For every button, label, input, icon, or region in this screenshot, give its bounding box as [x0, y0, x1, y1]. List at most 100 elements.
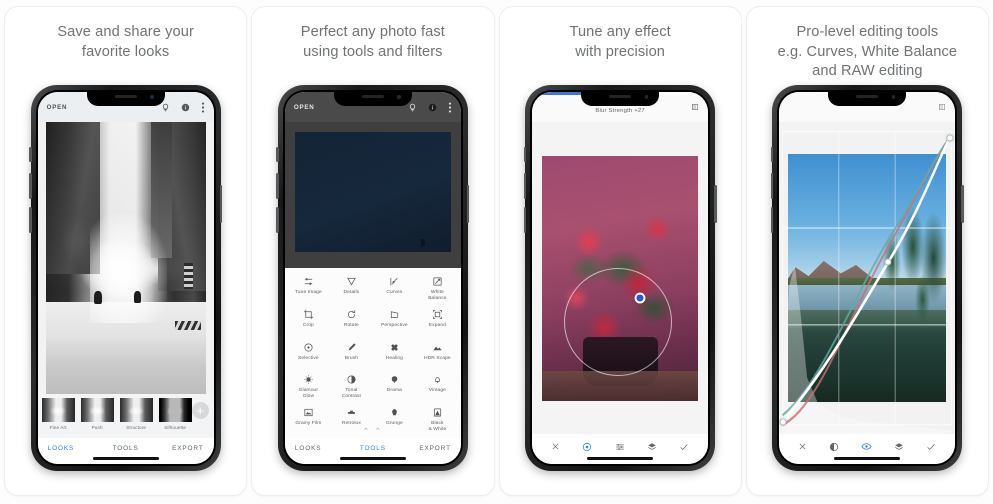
tool-white-balance[interactable]: White Balance	[416, 272, 459, 305]
tool-label: Curves	[386, 290, 402, 296]
look-item[interactable]: Structure	[118, 398, 155, 430]
tool-label: Rotate	[344, 323, 359, 329]
close-icon[interactable]	[798, 442, 807, 451]
curves-icon	[389, 276, 400, 287]
sliders-icon[interactable]	[615, 442, 625, 452]
layers-stack-icon[interactable]	[647, 442, 657, 452]
look-item[interactable]: Push	[79, 398, 116, 430]
curve-control-point[interactable]	[779, 418, 786, 425]
add-look-button[interactable]: +	[192, 402, 209, 419]
selective-control-point[interactable]	[634, 292, 645, 303]
tool-label: Tune Image	[295, 290, 322, 296]
hdr-scape-icon	[432, 342, 443, 353]
info-icon[interactable]	[428, 103, 437, 112]
open-button[interactable]: OPEN	[47, 104, 68, 111]
details-icon	[346, 276, 357, 287]
grainy-film-icon	[303, 407, 314, 418]
photo-canvas-2[interactable]: Tune Image Details Curves	[285, 122, 461, 438]
tool-perspective[interactable]: Perspective	[373, 305, 416, 338]
lightbulb-icon[interactable]	[408, 103, 417, 112]
tool-label: Glamour Glow	[299, 388, 318, 400]
tab-tools[interactable]: TOOLS	[100, 445, 152, 452]
tools-grid[interactable]: Tune Image Details Curves	[285, 268, 461, 438]
crop-icon	[303, 309, 314, 320]
look-item[interactable]: Silhouette	[157, 398, 194, 430]
looks-filmstrip[interactable]: Fine Art Push Structure	[38, 394, 214, 438]
tool-tonal-contrast[interactable]: Tonal Contrast	[330, 370, 373, 403]
healing-icon	[389, 342, 400, 353]
app-store-screenshot-gallery: Save and share your favorite looks OPEN	[0, 0, 993, 504]
screenshot-card-1[interactable]: Save and share your favorite looks OPEN	[4, 6, 247, 496]
tool-drama[interactable]: Drama	[373, 370, 416, 403]
look-thumbnail	[120, 398, 153, 422]
bottom-tabs-1[interactable]: LOOKS TOOLS EXPORT	[38, 438, 214, 464]
tab-export[interactable]: EXPORT	[399, 445, 451, 452]
tonality-icon[interactable]	[829, 442, 839, 452]
look-label: Fine Art	[50, 425, 67, 430]
grunge-icon	[389, 407, 400, 418]
home-indicator	[587, 457, 653, 460]
white-balance-icon	[432, 276, 443, 287]
screenshot-card-4[interactable]: Pro-level editing tools e.g. Curves, Whi…	[746, 6, 989, 496]
overflow-menu-icon[interactable]	[201, 102, 205, 113]
tab-export[interactable]: EXPORT	[152, 445, 204, 452]
perspective-icon	[389, 309, 400, 320]
photo-canvas-1[interactable]	[38, 122, 214, 394]
tool-brush[interactable]: Brush	[330, 338, 373, 371]
tool-crop[interactable]: Crop	[287, 305, 330, 338]
info-icon[interactable]	[181, 103, 190, 112]
check-icon[interactable]	[926, 442, 936, 452]
check-icon[interactable]	[679, 442, 689, 452]
tab-tools[interactable]: TOOLS	[347, 445, 399, 452]
retrolux-icon	[346, 407, 357, 418]
eye-icon[interactable]	[861, 441, 872, 452]
tool-label: Retrolux	[342, 421, 361, 427]
screenshot-card-2[interactable]: Perfect any photo fast using tools and f…	[251, 6, 494, 496]
card-4-caption: Pro-level editing tools e.g. Curves, Whi…	[768, 7, 967, 82]
tool-expand[interactable]: Expand	[416, 305, 459, 338]
tool-label: Crop	[303, 323, 314, 329]
look-item[interactable]: Fine Art	[40, 398, 77, 430]
photo-canvas-3[interactable]	[532, 122, 708, 434]
tool-label: Grainy Film	[295, 421, 321, 427]
curves-overlay[interactable]	[779, 122, 955, 434]
tool-label: Drama	[387, 388, 402, 394]
tool-label: Vintage	[429, 388, 446, 394]
tool-vintage[interactable]: Vintage	[416, 370, 459, 403]
curves-graph	[779, 122, 955, 434]
tool-healing[interactable]: Healing	[373, 338, 416, 371]
tool-tune-image[interactable]: Tune Image	[287, 272, 330, 305]
compare-icon[interactable]	[938, 98, 946, 116]
lightbulb-icon[interactable]	[161, 103, 170, 112]
curve-control-point[interactable]	[885, 259, 892, 266]
rotate-icon	[346, 309, 357, 320]
selective-target-icon[interactable]	[582, 442, 592, 452]
look-label: Structure	[126, 425, 146, 430]
layers-stack-icon[interactable]	[894, 442, 904, 452]
tool-rotate[interactable]: Rotate	[330, 305, 373, 338]
tool-hdr-scape[interactable]: HDR Scape	[416, 338, 459, 371]
close-icon[interactable]	[551, 442, 560, 451]
tool-grainy-film[interactable]: Grainy Film	[287, 403, 330, 436]
tool-label: Black & White	[428, 421, 446, 433]
tab-looks[interactable]: LOOKS	[295, 445, 347, 452]
overflow-menu-icon[interactable]	[448, 102, 452, 113]
tool-glamour-glow[interactable]: Glamour Glow	[287, 370, 330, 403]
compare-icon[interactable]	[691, 98, 699, 116]
sheet-grabber[interactable]: ⌃ ⌃	[363, 427, 383, 435]
tonal-contrast-icon	[346, 374, 357, 385]
photo-canvas-4[interactable]	[779, 122, 955, 434]
tool-selective[interactable]: Selective	[287, 338, 330, 371]
tab-looks[interactable]: LOOKS	[48, 445, 100, 452]
open-button[interactable]: OPEN	[294, 104, 315, 111]
tune-icon	[303, 276, 314, 287]
tool-label: Grunge	[386, 421, 403, 427]
selective-icon	[303, 342, 314, 353]
vintage-icon	[432, 374, 443, 385]
tool-curves[interactable]: Curves	[373, 272, 416, 305]
tool-details[interactable]: Details	[330, 272, 373, 305]
curve-control-point[interactable]	[947, 134, 954, 141]
screenshot-card-3[interactable]: Tune any effect with precision Blur Stre…	[499, 6, 742, 496]
bottom-tabs-2[interactable]: LOOKS TOOLS EXPORT	[285, 438, 461, 464]
tool-black-and-white[interactable]: Black & White	[416, 403, 459, 436]
